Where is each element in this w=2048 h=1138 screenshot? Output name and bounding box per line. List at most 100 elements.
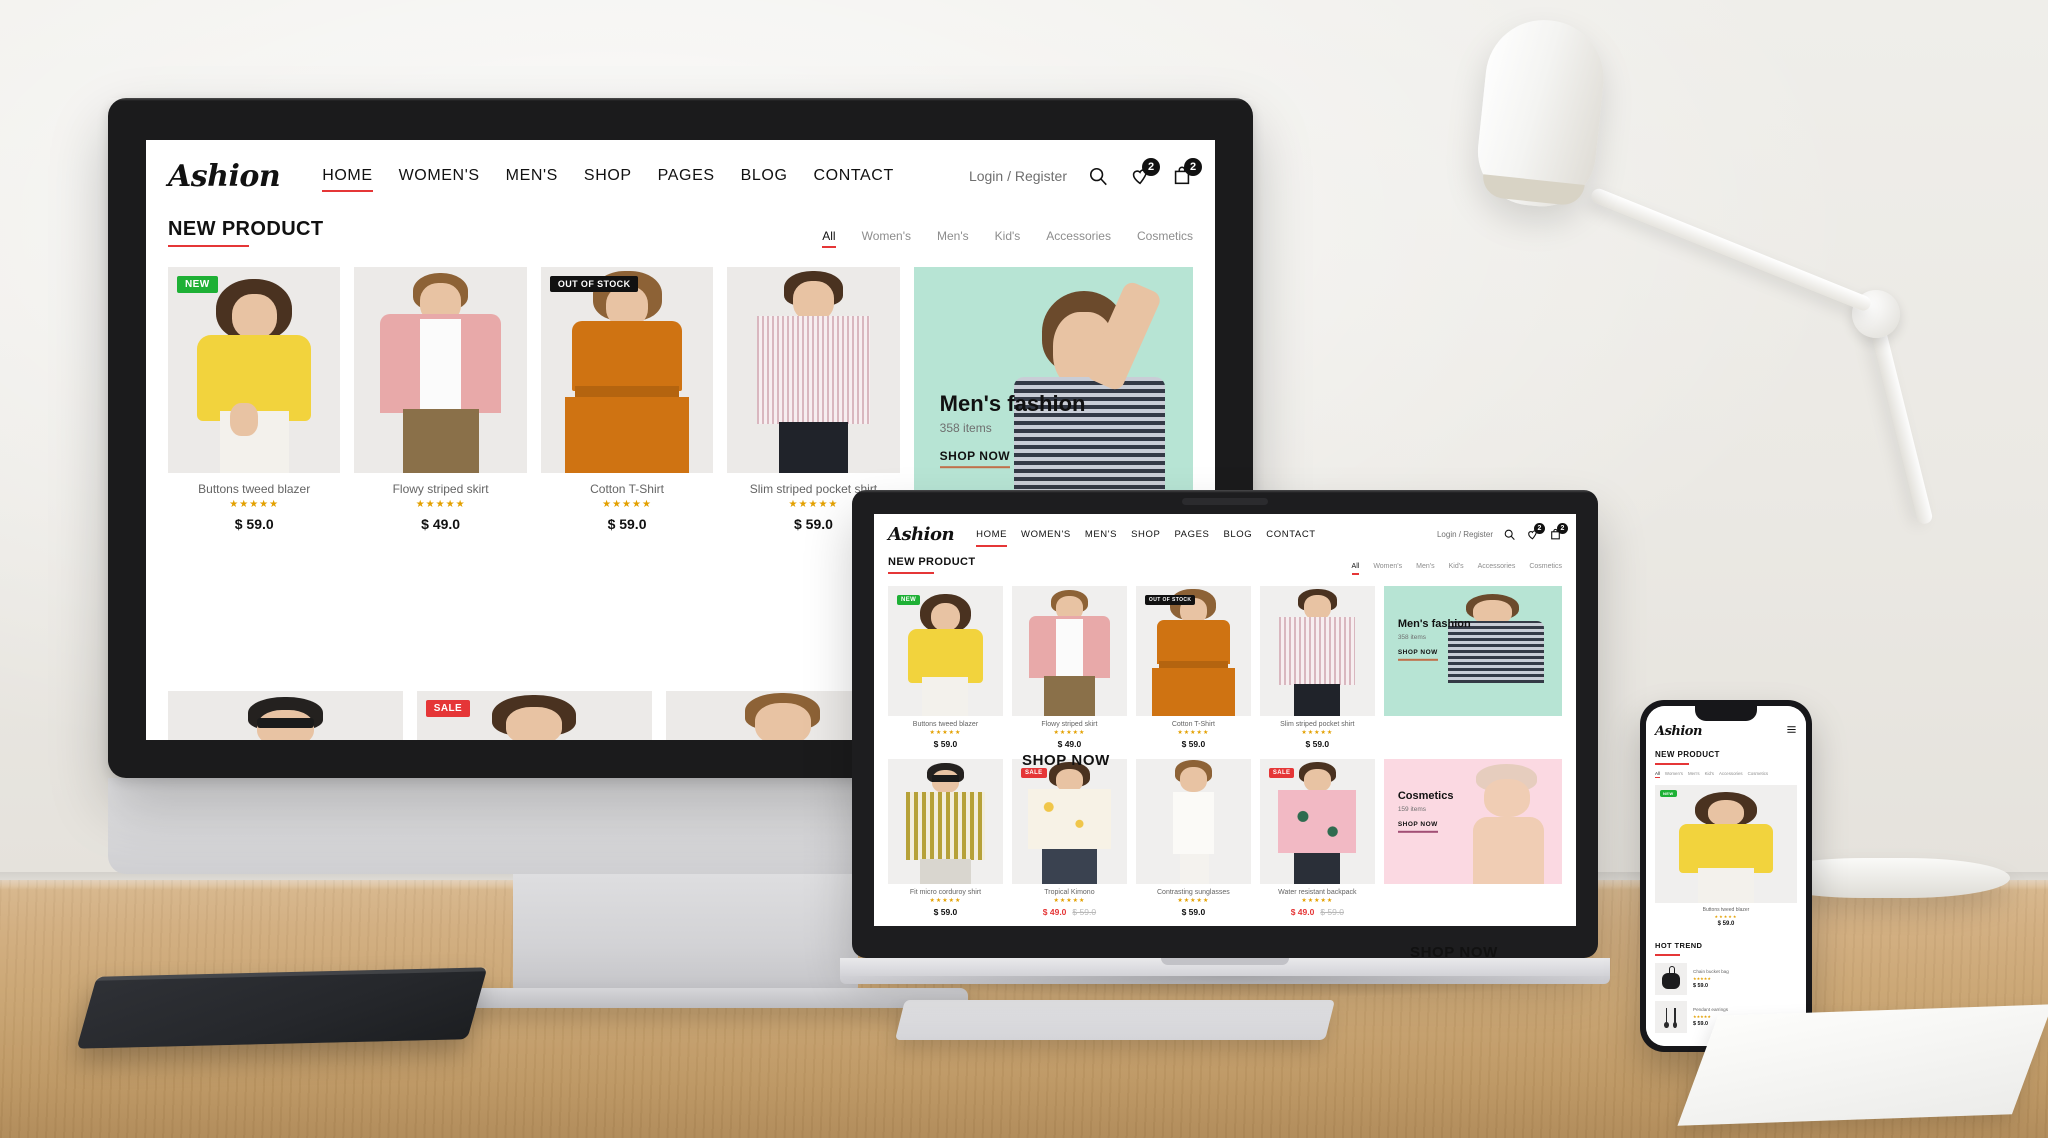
nav-item-blog[interactable]: BLOG <box>1223 529 1252 540</box>
product-name: Buttons tweed blazer <box>912 721 979 728</box>
product-card[interactable]: SALE Tropical Kimono ★★★★★ $ 49.0$ 59.0 <box>416 691 652 740</box>
product-thumbnail[interactable]: OUT OF STOCK <box>1135 586 1251 716</box>
product-card[interactable]: SALE Water resistant backpack ★★★★★ $ 49… <box>1259 759 1375 917</box>
main-nav: HOME WOMEN'S MEN'S SHOP PAGES BLOG CONTA… <box>976 529 1316 547</box>
mobile-featured-product[interactable]: NEW Buttons tweed blazer ★★★★★ $ 59.0 <box>1646 778 1806 927</box>
banner-subtitle: 159 items <box>1397 805 1426 813</box>
product-badge: NEW <box>1660 790 1677 797</box>
banner-shop-now-button[interactable]: SHOP NOW <box>939 449 1011 469</box>
product-thumbnail[interactable]: SALE <box>1011 759 1127 884</box>
filter-womens[interactable]: Women's <box>1373 563 1402 570</box>
product-card[interactable]: Contrasting sunglasses ★★★★★ $ 59.0 <box>1135 759 1251 917</box>
product-rating: ★★★★★ <box>1177 730 1210 736</box>
banner-title: Men's fashion <box>939 391 1086 417</box>
product-card[interactable]: SALE Tropical Kimono ★★★★★ $ 49.0$ 59.0 <box>1011 759 1127 917</box>
nav-item-home[interactable]: HOME <box>322 167 374 192</box>
product-rating: ★★★★★ <box>1301 730 1334 736</box>
site-logo[interactable]: Ashion <box>888 524 955 545</box>
product-thumbnail[interactable]: OUT OF STOCK <box>540 267 714 473</box>
nav-item-home[interactable]: HOME <box>976 529 1007 547</box>
list-item[interactable]: Chain bucket bag ★★★★★ $ 59.0 <box>1646 956 1806 995</box>
banner-shop-now-button[interactable]: SHOP NOW <box>1397 820 1438 833</box>
product-thumbnail[interactable] <box>888 759 1003 884</box>
filter-kids[interactable]: Kid's <box>1449 563 1464 570</box>
filter-cosmetics[interactable]: Cosmetics <box>1529 563 1562 570</box>
nav-item-shop[interactable]: SHOP <box>584 167 632 185</box>
product-thumbnail[interactable] <box>354 267 527 473</box>
filter-all[interactable]: All <box>1655 771 1660 778</box>
search-icon[interactable] <box>1087 165 1109 187</box>
heart-icon[interactable]: 2 <box>1129 158 1160 187</box>
product-badge: NEW <box>177 276 218 293</box>
product-thumbnail[interactable] <box>727 267 900 473</box>
filter-mens[interactable]: Men's <box>1688 771 1700 778</box>
filter-kids[interactable]: Kid's <box>1705 771 1714 778</box>
overlay-shop-now-left[interactable]: SHOP NOW <box>1022 752 1110 769</box>
banner-mens-fashion[interactable]: Men's fashion 358 items SHOP NOW <box>1383 586 1562 716</box>
product-card[interactable]: OUT OF STOCK Cotton T-Shirt ★★★★★ $ 59.0 <box>1135 586 1251 749</box>
product-card[interactable]: Fit micro corduroy shirt ★★★★★ $ 59.0 <box>168 691 403 740</box>
filter-mens[interactable]: Men's <box>937 229 969 243</box>
product-photo-skirt <box>354 267 527 473</box>
product-thumbnail[interactable] <box>168 691 403 740</box>
banner-shop-now-button[interactable]: SHOP NOW <box>1397 649 1438 662</box>
overlay-shop-now-right[interactable]: SHOP NOW <box>1410 944 1498 961</box>
site-logo[interactable]: Ashion <box>1655 724 1702 739</box>
page-title: NEW PRODUCT <box>888 556 976 574</box>
product-thumbnail[interactable]: SALE <box>1259 759 1375 884</box>
nav-item-pages[interactable]: PAGES <box>658 167 715 185</box>
product-thumbnail[interactable]: NEW <box>888 586 1003 716</box>
filter-womens[interactable]: Women's <box>1665 771 1683 778</box>
product-card[interactable]: Fit micro corduroy shirt ★★★★★ $ 59.0 <box>888 759 1003 917</box>
site-logo[interactable]: Ashion <box>168 159 281 194</box>
product-thumbnail[interactable] <box>1655 1001 1687 1033</box>
nav-item-womens[interactable]: WOMEN'S <box>1021 529 1071 540</box>
nav-item-contact[interactable]: CONTACT <box>814 167 894 185</box>
login-register-link[interactable]: Login / Register <box>969 168 1067 184</box>
product-thumbnail[interactable] <box>1259 586 1375 716</box>
product-thumbnail[interactable] <box>1135 759 1251 884</box>
macbook-screen: Ashion HOME WOMEN'S MEN'S SHOP PAGES BLO… <box>874 514 1576 926</box>
product-photo-corduroy <box>168 691 403 740</box>
nav-item-mens[interactable]: MEN'S <box>1085 529 1117 540</box>
product-thumbnail[interactable] <box>1655 963 1687 995</box>
filter-all[interactable]: All <box>1351 563 1359 575</box>
login-register-link[interactable]: Login / Register <box>1437 530 1493 539</box>
nav-item-womens[interactable]: WOMEN'S <box>399 167 480 185</box>
product-thumbnail[interactable]: NEW <box>168 267 341 473</box>
filter-womens[interactable]: Women's <box>862 229 911 243</box>
filter-accessories[interactable]: Accessories <box>1719 771 1743 778</box>
product-card[interactable]: Flowy striped skirt ★★★★★ $ 49.0 <box>354 267 527 532</box>
product-price-old: $ 59.0 <box>1072 907 1097 917</box>
heart-icon[interactable]: 2 <box>1526 522 1545 541</box>
product-badge: OUT OF STOCK <box>1144 595 1196 605</box>
product-card[interactable]: Slim striped pocket shirt ★★★★★ $ 59.0 <box>1259 586 1375 749</box>
product-thumbnail[interactable]: SALE <box>416 691 652 740</box>
product-card[interactable]: Flowy striped skirt ★★★★★ $ 49.0 <box>1011 586 1127 749</box>
filter-kids[interactable]: Kid's <box>995 229 1021 243</box>
nav-item-blog[interactable]: BLOG <box>741 167 788 185</box>
hamburger-menu-icon[interactable] <box>1786 722 1797 740</box>
product-card[interactable]: OUT OF STOCK Cotton T-Shirt ★★★★★ $ 59.0 <box>540 267 714 532</box>
product-thumbnail[interactable] <box>1011 586 1127 716</box>
product-card[interactable]: NEW Buttons tweed blazer ★★★★★ $ 59.0 <box>888 586 1003 749</box>
nav-item-contact[interactable]: CONTACT <box>1266 529 1315 540</box>
banner-cosmetics[interactable]: Cosmetics 159 items SHOP NOW <box>1383 759 1562 884</box>
nav-item-shop[interactable]: SHOP <box>1131 529 1160 540</box>
nav-item-mens[interactable]: MEN'S <box>506 167 558 185</box>
filter-cosmetics[interactable]: Cosmetics <box>1137 229 1193 243</box>
product-photo-blazer <box>168 267 341 473</box>
product-thumbnail[interactable]: NEW <box>1655 785 1797 903</box>
bag-icon[interactable]: 2 <box>1171 158 1202 187</box>
filter-mens[interactable]: Men's <box>1416 563 1434 570</box>
product-photo-tshirt <box>1135 586 1251 716</box>
main-nav: HOME WOMEN'S MEN'S SHOP PAGES BLOG CONTA… <box>322 167 894 192</box>
search-icon[interactable] <box>1503 528 1516 541</box>
filter-cosmetics[interactable]: Cosmetics <box>1748 771 1769 778</box>
product-card[interactable]: NEW Buttons tweed blazer ★★★★★ $ 59.0 <box>168 267 341 532</box>
filter-accessories[interactable]: Accessories <box>1478 563 1516 570</box>
filter-accessories[interactable]: Accessories <box>1046 229 1111 243</box>
bag-icon[interactable]: 2 <box>1549 522 1568 541</box>
filter-all[interactable]: All <box>822 229 836 248</box>
nav-item-pages[interactable]: PAGES <box>1174 529 1209 540</box>
